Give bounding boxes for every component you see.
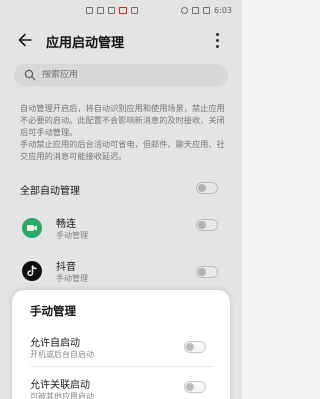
description: 自动管理开启后，将自动识别应用和使用场景，禁止应用不必要的启动。此配置不会影响新… (20, 102, 226, 162)
notification-icons (86, 7, 138, 14)
description-auto: 自动管理开启后，将自动识别应用和使用场景，禁止应用不必要的启动。此配置不会影响新… (20, 103, 225, 137)
allow-associated-start-toggle[interactable] (184, 381, 206, 393)
more-options-button[interactable] (210, 30, 224, 50)
all-auto-label: 全部自动管理 (20, 186, 80, 197)
back-arrow-icon (18, 33, 32, 47)
status-time: 6:03 (214, 6, 232, 15)
notification-icon (97, 7, 104, 14)
search-input[interactable] (42, 70, 212, 80)
app-status: 手动管理 (56, 274, 88, 283)
app-toggle-douyin[interactable] (196, 266, 218, 278)
signal-icon (192, 7, 200, 14)
camera-icon (27, 225, 37, 231)
more-dot-icon (215, 32, 219, 36)
allow-auto-start-sub: 开机或后台自启动 (30, 350, 94, 359)
battery-icon (203, 7, 211, 14)
app-name: 抖音 (56, 262, 76, 273)
notification-icon (86, 7, 93, 14)
app-toggle-changlian[interactable] (196, 219, 218, 231)
more-dot-icon (215, 44, 219, 48)
music-note-icon (27, 265, 37, 277)
red-notification-icon (119, 7, 127, 14)
more-dot-icon (215, 38, 219, 42)
system-icons: 6:03 (181, 6, 232, 15)
all-auto-toggle[interactable] (196, 182, 218, 194)
alarm-icon (181, 7, 189, 14)
page-title: 应用启动管理 (46, 36, 125, 51)
sheet-divider (30, 366, 214, 367)
allow-associated-start-label: 允许关联启动 (30, 380, 90, 391)
manual-manage-sheet: 手动管理 允许自启动 开机或后台自启动 允许关联启动 可被其他应用启动 (12, 290, 230, 399)
description-manual: 手动禁止应用的后台活动可省电，但邮件、聊天应用、社交应用的消息可能接收延迟。 (20, 139, 225, 161)
allow-auto-start-label: 允许自启动 (30, 338, 80, 349)
search-bar[interactable] (14, 64, 228, 86)
status-bar: 6:03 (0, 0, 242, 24)
back-button[interactable] (16, 30, 36, 50)
allow-associated-start-sub: 可被其他应用启动 (30, 392, 94, 399)
changlian-app-icon (22, 218, 42, 238)
notification-icon (131, 7, 138, 14)
notification-icon (108, 7, 115, 14)
search-icon (24, 69, 36, 81)
app-name: 畅连 (56, 219, 76, 230)
app-status: 手动管理 (56, 231, 88, 240)
douyin-app-icon (22, 261, 42, 281)
allow-auto-start-toggle[interactable] (184, 341, 206, 353)
sheet-title: 手动管理 (30, 304, 76, 318)
